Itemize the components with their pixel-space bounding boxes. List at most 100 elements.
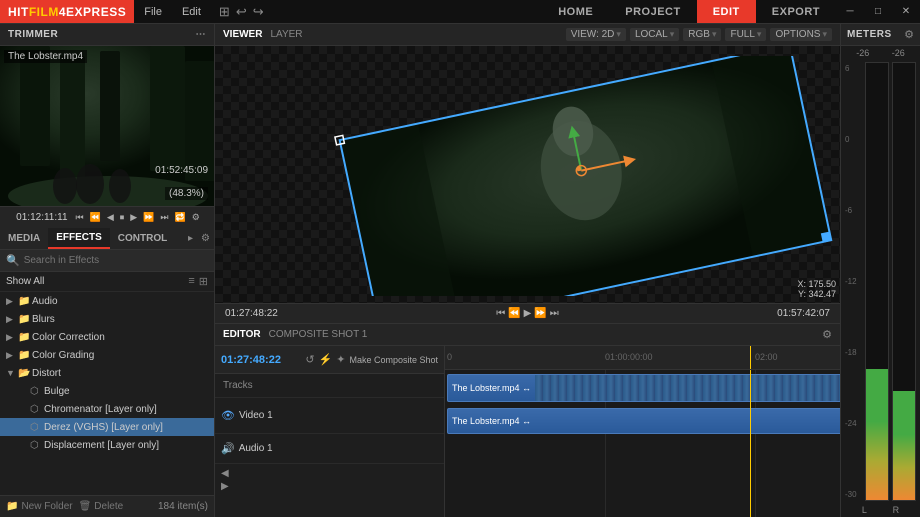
audio-track-mute-icon[interactable]: 🔊 — [221, 442, 235, 455]
coord-y: Y: 342.47 — [797, 289, 836, 299]
trim-btn-settings[interactable]: ⚙ — [190, 212, 202, 223]
search-icon: 🔍 — [6, 254, 20, 267]
nav-tab-export[interactable]: EXPORT — [756, 0, 836, 23]
nav-tab-edit[interactable]: EDIT — [697, 0, 756, 23]
effects-icon-1[interactable]: ≡ — [188, 275, 194, 288]
viewer-section: VIEWER LAYER VIEW: 2D ▾ LOCAL ▾ RGB ▾ — [215, 24, 840, 324]
win-controls: ─ □ ✕ — [836, 0, 920, 23]
full-control[interactable]: FULL ▾ — [725, 28, 766, 41]
video-clip[interactable]: The Lobster.mp4 ↔ — [447, 374, 840, 402]
timeline-timecode: 01:27:48:22 — [221, 354, 281, 366]
tree-item-distort[interactable]: ▼ 📂 Distort — [0, 364, 214, 382]
scale-neg18: -18 — [845, 348, 863, 357]
viewer-clip-container — [295, 56, 840, 296]
nav-icon-undo[interactable]: ↩ — [236, 4, 247, 20]
search-input[interactable] — [24, 255, 208, 266]
trim-btn-prev-frame[interactable]: ⏮ — [74, 212, 86, 223]
audio-clip[interactable]: The Lobster.mp4 ↔ — [447, 408, 840, 434]
meters-lr-labels: L R — [841, 503, 920, 517]
delete-button[interactable]: 🗑 Delete — [79, 501, 124, 512]
ruler-mark-0: 0 — [447, 352, 452, 362]
tab-controls[interactable]: CONTROL — [110, 228, 175, 249]
tab-layer[interactable]: LAYER — [270, 29, 302, 40]
viewer-timecode-left: 01:27:48:22 — [221, 308, 282, 319]
viewer-btn-prev[interactable]: ⏮ — [496, 308, 505, 319]
editor-menu-icon[interactable]: ⚙ — [822, 328, 832, 341]
tree-item-chromenator[interactable]: ⬡ Chromenator [Layer only] — [0, 400, 214, 418]
tab-composite-shot[interactable]: COMPOSITE SHOT 1 — [269, 329, 368, 340]
tl-btn-add[interactable]: ✦ — [336, 353, 345, 366]
tree-label-audio: Audio — [32, 296, 58, 307]
track-arrow-right[interactable]: ▶ — [221, 481, 438, 492]
menu-file[interactable]: File — [134, 0, 172, 23]
meters-top-labels: -26 -26 — [841, 46, 920, 60]
nav-icon-grid[interactable]: ⊞ — [219, 4, 230, 20]
close-button[interactable]: ✕ — [892, 0, 920, 23]
rgb-control[interactable]: RGB ▾ — [683, 28, 721, 41]
tab-effects[interactable]: EFFECTS — [48, 228, 110, 249]
timeline-track-labels: 01:27:48:22 ↺ ⚡ ✦ Make Composite Shot Tr… — [215, 346, 445, 517]
tree-item-color-correction[interactable]: ▶ 📁 Color Correction — [0, 328, 214, 346]
top-nav: HITFILM4EXPRESS File Edit ⊞ ↩ ↪ HOME PRO… — [0, 0, 920, 24]
timeline-toolbar: 01:27:48:22 ↺ ⚡ ✦ Make Composite Shot — [215, 346, 444, 374]
tree-label-chromenator: Chromenator [Layer only] — [44, 404, 157, 415]
nav-tab-project[interactable]: PROJECT — [609, 0, 696, 23]
viewer-btn-step-back[interactable]: ⏪ — [508, 308, 520, 319]
tl-btn-snap[interactable]: ⚡ — [319, 353, 333, 366]
effects-icon-2[interactable]: ⊞ — [199, 275, 208, 288]
new-folder-button[interactable]: 📁 New Folder — [6, 501, 73, 512]
track-arrow-left[interactable]: ◀ — [221, 468, 438, 479]
view-2d-control[interactable]: VIEW: 2D ▾ — [566, 28, 626, 41]
view-2d-arrow: ▾ — [616, 29, 621, 40]
full-arrow: ▾ — [757, 29, 762, 40]
tree-item-color-grading[interactable]: ▶ 📁 Color Grading — [0, 346, 214, 364]
local-control[interactable]: LOCAL ▾ — [630, 28, 679, 41]
tree-item-displacement[interactable]: ⬡ Displacement [Layer only] — [0, 436, 214, 454]
trim-btn-play-back[interactable]: ◀ — [105, 212, 116, 223]
nav-tab-home[interactable]: HOME — [542, 0, 609, 23]
trim-btn-play[interactable]: ▶ — [128, 212, 139, 223]
tree-item-audio[interactable]: ▶ 📁 Audio — [0, 292, 214, 310]
meter-bar-right — [892, 62, 916, 501]
item-count: 184 item(s) — [158, 501, 208, 512]
make-composite-btn[interactable]: Make Composite Shot — [349, 355, 438, 365]
tab-viewer[interactable]: VIEWER — [223, 29, 262, 40]
options-label: OPTIONS — [775, 29, 820, 40]
trim-btn-next-frame[interactable]: ⏭ — [158, 212, 170, 223]
maximize-button[interactable]: □ — [864, 0, 892, 23]
trim-btn-step-fwd[interactable]: ⏩ — [141, 212, 156, 223]
effects-menu-icon[interactable]: ⚙ — [197, 233, 214, 244]
folder-icon-distort: 📂 — [18, 368, 32, 379]
menu-edit[interactable]: Edit — [172, 0, 211, 23]
trimmer-menu-icon[interactable]: ⋯ — [196, 29, 207, 40]
trim-btn-loop[interactable]: 🔁 — [173, 212, 188, 223]
viewer-btn-step-fwd[interactable]: ⏩ — [534, 308, 546, 319]
editor-header: EDITOR COMPOSITE SHOT 1 ⚙ — [215, 324, 840, 346]
viewer-btn-play[interactable]: ▶ — [524, 308, 532, 319]
tree-item-blurs[interactable]: ▶ 📁 Blurs — [0, 310, 214, 328]
tree-item-bulge[interactable]: ⬡ Bulge — [0, 382, 214, 400]
local-arrow: ▾ — [670, 29, 675, 40]
trim-btn-stop[interactable]: ⏹ — [118, 212, 127, 223]
tl-btn-loop[interactable]: ↺ — [305, 353, 314, 366]
viewer-canvas[interactable]: X: 175.50 Y: 342.47 — [215, 46, 840, 303]
tree-item-derez[interactable]: ⬡ Derez (VGHS) [Layer only] — [0, 418, 214, 436]
trim-btn-step-back[interactable]: ⏪ — [88, 212, 103, 223]
nav-icon-redo[interactable]: ↪ — [253, 4, 264, 20]
minimize-button[interactable]: ─ — [836, 0, 864, 23]
app-logo: HITFILM4EXPRESS — [0, 0, 134, 23]
timeline-playhead[interactable] — [750, 346, 751, 369]
meters-menu-icon[interactable]: ⚙ — [904, 28, 914, 41]
video-track-visible-icon[interactable]: 👁 — [221, 409, 235, 422]
tree-toggle-distort: ▼ — [6, 368, 18, 378]
new-folder-label: New Folder — [21, 501, 72, 512]
effect-icon-chromenator: ⬡ — [30, 404, 44, 415]
full-label: FULL — [730, 29, 754, 40]
tab-editor[interactable]: EDITOR — [223, 329, 261, 340]
tab-media[interactable]: MEDIA — [0, 228, 48, 249]
options-control[interactable]: OPTIONS ▾ — [770, 28, 832, 41]
effects-expand-icon[interactable]: ▸ — [184, 233, 197, 244]
viewer-btn-next[interactable]: ⏭ — [550, 308, 559, 319]
viewer-header: VIEWER LAYER VIEW: 2D ▾ LOCAL ▾ RGB ▾ — [215, 24, 840, 46]
meters-title: METERS — [847, 29, 892, 40]
